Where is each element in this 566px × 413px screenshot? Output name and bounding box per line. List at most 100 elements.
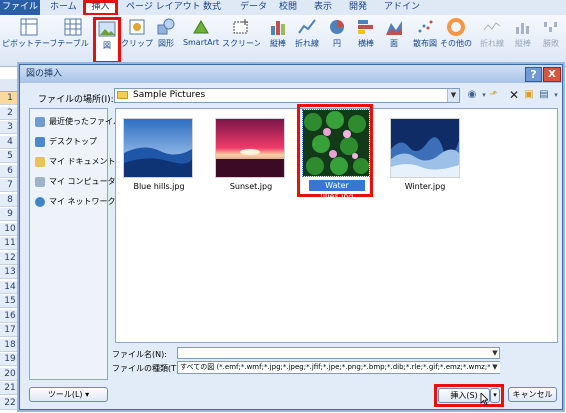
location-dropdown-icon[interactable]: ▼ bbox=[447, 89, 459, 102]
close-button[interactable]: X bbox=[543, 67, 561, 82]
file-name-sunset: Sunset.jpg bbox=[229, 182, 273, 191]
sparkline-line-button[interactable]: 折れ線 bbox=[477, 17, 507, 65]
line-chart-label: 折れ線 bbox=[295, 39, 319, 48]
place-computer-label: マイ コンピュータ bbox=[49, 177, 116, 186]
place-network-label: マイ ネットワーク bbox=[49, 197, 116, 206]
shapes-button[interactable]: 図形 bbox=[153, 17, 179, 65]
row-header[interactable]: 1 bbox=[0, 92, 21, 105]
up-folder-icon[interactable]: ⬏ bbox=[487, 89, 499, 101]
line-chart-icon bbox=[298, 19, 316, 34]
insert-button-label: 挿入(S) bbox=[450, 391, 478, 400]
sparkline-winloss-icon bbox=[544, 22, 557, 32]
line-chart-button[interactable]: 折れ線 bbox=[292, 17, 322, 65]
delete-icon[interactable]: ✕ bbox=[508, 89, 520, 101]
views-icon[interactable]: ▤ bbox=[538, 89, 550, 101]
location-combo[interactable]: Sample Pictures bbox=[114, 88, 460, 103]
new-folder-icon[interactable]: ▣ bbox=[523, 89, 535, 101]
column-chart-button[interactable]: 縦棒 bbox=[266, 17, 290, 65]
screenshot-icon bbox=[233, 19, 248, 34]
file-name-dropdown-icon[interactable]: ▼ bbox=[490, 347, 500, 359]
winter-thumbnail bbox=[390, 118, 460, 178]
recent-files-icon bbox=[35, 117, 45, 127]
tools-button[interactable]: ツール(L) ▾ bbox=[29, 387, 108, 402]
sparkline-column-button[interactable]: 縦棒 bbox=[510, 17, 536, 65]
place-documents[interactable]: マイ ドキュメント bbox=[32, 153, 116, 171]
places-bar: 最近使ったファイル デスクトップ マイ ドキュメント マイ コンピュータ マイ … bbox=[29, 108, 121, 380]
picture-button[interactable]: 図 bbox=[96, 19, 118, 62]
row-header[interactable]: 14 bbox=[0, 280, 21, 294]
tools-dropdown-icon: ▾ bbox=[85, 390, 90, 399]
cancel-button[interactable]: キャンセル bbox=[508, 387, 557, 402]
area-chart-icon bbox=[386, 21, 402, 35]
views-dropdown-icon[interactable]: ▾ bbox=[550, 89, 562, 101]
place-network[interactable]: マイ ネットワーク bbox=[32, 193, 116, 211]
row-header[interactable]: 19 bbox=[0, 353, 21, 366]
tab-review[interactable]: 校閲 bbox=[279, 0, 297, 15]
row-header[interactable]: 5 bbox=[0, 150, 21, 163]
file-item-winter[interactable] bbox=[390, 118, 460, 178]
bar-chart-icon bbox=[358, 20, 373, 34]
tab-formulas[interactable]: 数式 bbox=[203, 0, 221, 15]
clip-art-button[interactable]: クリップ アート bbox=[121, 17, 153, 65]
scatter-chart-button[interactable]: 散布図 bbox=[410, 17, 440, 65]
file-name-input[interactable] bbox=[177, 347, 500, 359]
row-header[interactable]: 3 bbox=[0, 121, 21, 134]
row-header[interactable]: 9 bbox=[0, 208, 21, 221]
tab-view[interactable]: 表示 bbox=[314, 0, 332, 15]
picture-icon bbox=[98, 21, 116, 37]
file-item-sunset[interactable] bbox=[215, 118, 285, 178]
row-header[interactable]: 21 bbox=[0, 382, 21, 395]
row-header[interactable]: 15 bbox=[0, 295, 21, 308]
tab-page-layout[interactable]: ページ レイアウト bbox=[126, 0, 201, 15]
bar-chart-button[interactable]: 横棒 bbox=[353, 17, 379, 65]
row-header[interactable]: 17 bbox=[0, 324, 21, 337]
smartart-icon bbox=[193, 20, 209, 34]
smartart-button[interactable]: SmartArt bbox=[180, 17, 222, 65]
other-charts-button[interactable]: その他の グラフ bbox=[440, 17, 472, 65]
tab-developer[interactable]: 開発 bbox=[349, 0, 367, 15]
shapes-label: 図形 bbox=[158, 39, 174, 48]
row-header[interactable]: 18 bbox=[0, 338, 21, 352]
row-header[interactable]: 7 bbox=[0, 179, 21, 192]
pivot-table-icon bbox=[20, 18, 38, 36]
file-type-combo[interactable]: すべての図 (*.emf;*.wmf;*.jpg;*.jpeg;*.jfif;*… bbox=[177, 361, 500, 374]
place-desktop[interactable]: デスクトップ bbox=[32, 133, 108, 151]
tab-addins[interactable]: アドイン bbox=[384, 0, 420, 15]
place-recent[interactable]: 最近使ったファイル bbox=[32, 113, 121, 131]
file-type-dropdown-icon[interactable]: ▼ bbox=[490, 362, 500, 373]
place-computer[interactable]: マイ コンピュータ bbox=[32, 173, 116, 191]
pivot-table-button[interactable]: ピボットテーブル bbox=[2, 17, 56, 65]
pie-chart-button[interactable]: 円 bbox=[327, 17, 347, 65]
row-header[interactable]: 13 bbox=[0, 266, 21, 279]
tab-home[interactable]: ホーム bbox=[50, 0, 77, 15]
row-header[interactable]: 2 bbox=[0, 106, 21, 120]
file-name-winter: Winter.jpg bbox=[404, 182, 446, 191]
pivot-table-label: ピボットテーブル bbox=[2, 39, 56, 48]
tab-data[interactable]: データ bbox=[240, 0, 267, 15]
tab-insert[interactable]: 挿入 bbox=[86, 1, 115, 14]
area-chart-button[interactable]: 面 bbox=[383, 17, 405, 65]
help-button[interactable]: ? bbox=[525, 67, 542, 82]
row-header[interactable]: 12 bbox=[0, 251, 21, 265]
file-item-blue-hills[interactable] bbox=[123, 118, 193, 178]
row-header[interactable]: 10 bbox=[0, 222, 21, 236]
sparkline-winloss-button[interactable]: 勝敗 bbox=[538, 17, 564, 65]
row-header[interactable]: 20 bbox=[0, 367, 21, 381]
row-header[interactable]: 6 bbox=[0, 164, 21, 178]
sparkline-column-icon bbox=[516, 23, 529, 34]
tab-file[interactable]: ファイル bbox=[0, 0, 40, 15]
network-icon bbox=[35, 197, 45, 207]
row-header[interactable]: 22 bbox=[0, 396, 21, 410]
select-all-corner[interactable] bbox=[0, 79, 21, 92]
row-header[interactable]: 4 bbox=[0, 135, 21, 149]
other-charts-icon bbox=[447, 18, 465, 36]
insert-dropdown-button[interactable]: ▾ bbox=[490, 388, 500, 403]
area-chart-label: 面 bbox=[390, 39, 398, 48]
screenshot-button[interactable]: スクリーン ショット bbox=[222, 17, 260, 65]
table-button[interactable]: テーブル bbox=[56, 17, 90, 65]
back-icon[interactable]: ◉ bbox=[466, 89, 478, 101]
row-header[interactable]: 11 bbox=[0, 237, 21, 250]
screenshot-label: スクリーン ショット bbox=[222, 39, 260, 48]
row-header[interactable]: 8 bbox=[0, 193, 21, 207]
row-header[interactable]: 16 bbox=[0, 309, 21, 323]
